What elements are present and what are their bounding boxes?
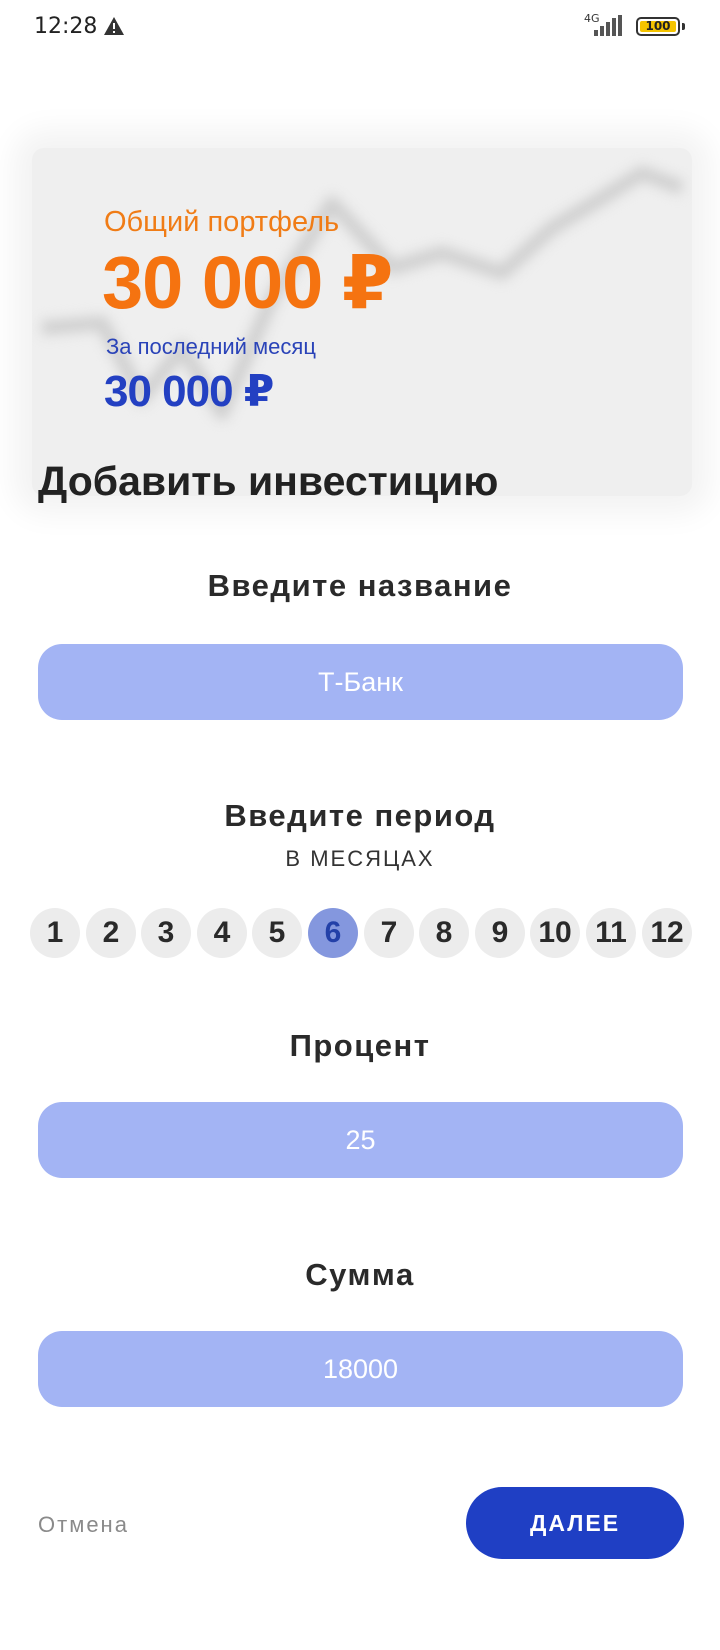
warning-triangle-icon [104, 17, 124, 35]
period-label: Введите период [224, 798, 496, 833]
month-chip-6[interactable]: 6 [308, 908, 358, 958]
sum-input[interactable] [38, 1331, 683, 1407]
last-month-total: 30 000 ₽ [104, 367, 274, 416]
portfolio-label: Общий портфель [104, 206, 340, 238]
month-chip-8[interactable]: 8 [419, 908, 469, 958]
sum-label: Сумма [305, 1257, 415, 1292]
month-chip-1[interactable]: 1 [30, 908, 80, 958]
month-chip-11[interactable]: 11 [586, 908, 636, 958]
status-bar: 12:28 4G 100 [0, 0, 720, 56]
month-chip-9[interactable]: 9 [475, 908, 525, 958]
month-chip-5[interactable]: 5 [252, 908, 302, 958]
portfolio-total: 30 000 ₽ [102, 241, 393, 324]
period-sublabel: В МЕСЯЦАХ [285, 846, 435, 871]
last-month-label: За последний месяц [106, 334, 316, 359]
name-label: Введите название [207, 568, 513, 603]
cancel-button[interactable]: Отмена [38, 1512, 129, 1538]
month-chip-4[interactable]: 4 [197, 908, 247, 958]
next-button[interactable]: ДАЛЕЕ [466, 1487, 684, 1559]
status-time: 12:28 [34, 14, 98, 39]
month-chip-12[interactable]: 12 [642, 908, 692, 958]
battery-icon: 100 [636, 17, 680, 36]
signal-icon [594, 15, 622, 36]
percent-input[interactable] [38, 1102, 683, 1178]
month-chip-3[interactable]: 3 [141, 908, 191, 958]
percent-label: Процент [289, 1028, 431, 1063]
month-chip-10[interactable]: 10 [530, 908, 580, 958]
battery-level: 100 [645, 19, 671, 33]
battery-tip [682, 23, 685, 30]
month-chip-2[interactable]: 2 [86, 908, 136, 958]
page-title: Добавить инвестицию [38, 458, 499, 504]
portfolio-card: Общий портфель 30 000 ₽ За последний мес… [32, 148, 692, 496]
month-selector: 1 2 3 4 5 6 7 8 9 10 11 12 [30, 908, 692, 958]
month-chip-7[interactable]: 7 [364, 908, 414, 958]
name-input[interactable] [38, 644, 683, 720]
